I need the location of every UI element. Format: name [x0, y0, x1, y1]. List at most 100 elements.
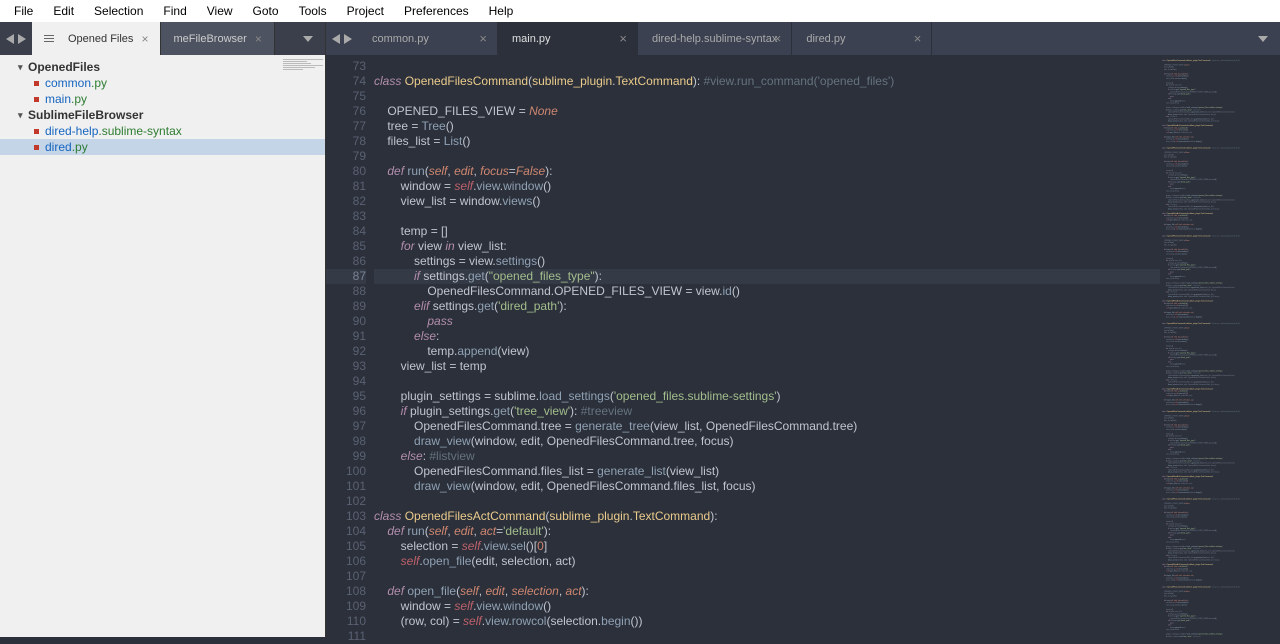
menu-item-goto[interactable]: Goto [243, 2, 289, 20]
code-editor[interactable]: class OpenedFilesCommand(sublime_plugin.… [374, 55, 1160, 637]
sidebar-nav-arrows[interactable] [0, 22, 32, 55]
code-line[interactable]: window = self.view.window() [374, 179, 1160, 194]
code-line[interactable]: pass [374, 314, 1160, 329]
line-number[interactable]: 77 [326, 119, 366, 134]
menu-item-edit[interactable]: Edit [43, 2, 84, 20]
editor-tab-0[interactable]: common.py× [358, 22, 498, 55]
code-line[interactable] [374, 494, 1160, 509]
code-line[interactable]: temp.append(view) [374, 344, 1160, 359]
menu-item-file[interactable]: File [4, 2, 43, 20]
tree-folder[interactable]: ▾OpenedFiles [0, 59, 325, 75]
code-line[interactable]: view_list = temp [374, 359, 1160, 374]
line-number[interactable]: 89 [326, 299, 366, 314]
code-line[interactable]: def run(self, edit, focus=False): [374, 164, 1160, 179]
line-number[interactable]: 109 [326, 599, 366, 614]
code-line[interactable] [374, 59, 1160, 74]
editor-nav-arrows[interactable] [326, 22, 358, 55]
close-icon[interactable]: × [141, 32, 148, 46]
line-number[interactable]: 110 [326, 614, 366, 629]
code-line[interactable]: temp = [] [374, 224, 1160, 239]
line-number[interactable]: 103 [326, 509, 366, 524]
code-line[interactable] [374, 629, 1160, 637]
code-line[interactable]: OpenedFilesCommand.tree = generate_tree(… [374, 419, 1160, 434]
line-number[interactable]: 92 [326, 344, 366, 359]
line-number[interactable]: 108 [326, 584, 366, 599]
line-number[interactable]: 90 [326, 314, 366, 329]
code-line[interactable]: view_list = window.views() [374, 194, 1160, 209]
code-line[interactable] [374, 569, 1160, 584]
tree-folder[interactable]: ▾SublimeFileBrowser [0, 107, 325, 123]
line-number[interactable]: 102 [326, 494, 366, 509]
line-number[interactable]: 107 [326, 569, 366, 584]
close-icon[interactable]: × [619, 31, 627, 46]
line-number[interactable]: 105 [326, 539, 366, 554]
code-line[interactable]: plugin_settings = sublime.load_settings(… [374, 389, 1160, 404]
editor-tab-menu[interactable] [1246, 22, 1280, 55]
line-number[interactable]: 101 [326, 479, 366, 494]
code-line[interactable]: if settings.get("opened_files_type"): [374, 269, 1160, 284]
menu-item-selection[interactable]: Selection [84, 2, 153, 20]
code-line[interactable]: draw_view(window, edit, OpenedFilesComma… [374, 434, 1160, 449]
line-number[interactable]: 100 [326, 464, 366, 479]
line-number[interactable]: 94 [326, 374, 366, 389]
code-line[interactable] [374, 89, 1160, 104]
menu-item-view[interactable]: View [197, 2, 243, 20]
code-line[interactable]: files_list = List() [374, 134, 1160, 149]
code-line[interactable]: else: [374, 329, 1160, 344]
code-line[interactable] [374, 149, 1160, 164]
line-number[interactable]: 93 [326, 359, 366, 374]
tree-file[interactable]: main.py [0, 91, 325, 107]
line-number[interactable]: 76 [326, 104, 366, 119]
editor-tab-1[interactable]: main.py× [498, 22, 638, 55]
code-line[interactable] [374, 209, 1160, 224]
line-number-gutter[interactable]: 7374757677787980818283848586878889909192… [326, 55, 374, 637]
code-line[interactable]: for view in view_list: [374, 239, 1160, 254]
line-number[interactable]: 95 [326, 389, 366, 404]
menu-item-preferences[interactable]: Preferences [394, 2, 479, 20]
line-number[interactable]: 81 [326, 179, 366, 194]
line-number[interactable]: 83 [326, 209, 366, 224]
line-number[interactable]: 104 [326, 524, 366, 539]
line-number[interactable]: 78 [326, 134, 366, 149]
line-number[interactable]: 106 [326, 554, 366, 569]
code-line[interactable]: (row, col) = self.view.rowcol(selection.… [374, 614, 1160, 629]
code-line[interactable]: class OpenedFilesCommand(sublime_plugin.… [374, 74, 1160, 89]
line-number[interactable]: 86 [326, 254, 366, 269]
close-icon[interactable]: × [255, 32, 262, 46]
menu-item-help[interactable]: Help [479, 2, 524, 20]
close-icon[interactable]: × [914, 31, 922, 46]
code-line[interactable]: elif settings.get('dired_path'): [374, 299, 1160, 314]
code-line[interactable]: if plugin_settings.get('tree_view'): #tr… [374, 404, 1160, 419]
close-icon[interactable]: × [479, 31, 487, 46]
code-line[interactable]: OpenedFilesCommand.OPENED_FILES_VIEW = v… [374, 284, 1160, 299]
code-line[interactable] [374, 374, 1160, 389]
line-number[interactable]: 84 [326, 224, 366, 239]
tree-file[interactable]: common.py [0, 75, 325, 91]
menu-item-tools[interactable]: Tools [289, 2, 337, 20]
sidebar-tab-0[interactable]: Opened Files× [32, 22, 161, 55]
line-number[interactable]: 74 [326, 74, 366, 89]
code-line[interactable]: self.open_file(edit, selection, act) [374, 554, 1160, 569]
code-line[interactable]: def run(self, edit, act='default'): [374, 524, 1160, 539]
line-number[interactable]: 91 [326, 329, 366, 344]
line-number[interactable]: 75 [326, 89, 366, 104]
tree-file[interactable]: dired.py [0, 139, 325, 155]
editor-tab-3[interactable]: dired.py× [792, 22, 932, 55]
editor-tab-2[interactable]: dired-help.sublime-syntax× [638, 22, 792, 55]
code-line[interactable]: else: #listview [374, 449, 1160, 464]
line-number[interactable]: 73 [326, 59, 366, 74]
line-number[interactable]: 80 [326, 164, 366, 179]
code-line[interactable]: selection = self.view.sel()[0] [374, 539, 1160, 554]
code-line[interactable]: def open_file(self, edit, selection, act… [374, 584, 1160, 599]
code-line[interactable]: OpenedFilesCommand.files_list = generate… [374, 464, 1160, 479]
code-line[interactable]: settings = view.settings() [374, 254, 1160, 269]
line-number[interactable]: 97 [326, 419, 366, 434]
minimap[interactable]: class OpenedFilesCommand(sublime_plugin.… [1160, 55, 1280, 637]
line-number[interactable]: 99 [326, 449, 366, 464]
code-line[interactable]: window = self.view.window() [374, 599, 1160, 614]
line-number[interactable]: 87 [326, 269, 366, 284]
line-number[interactable]: 88 [326, 284, 366, 299]
line-number[interactable]: 85 [326, 239, 366, 254]
line-number[interactable]: 82 [326, 194, 366, 209]
menu-item-project[interactable]: Project [337, 2, 394, 20]
